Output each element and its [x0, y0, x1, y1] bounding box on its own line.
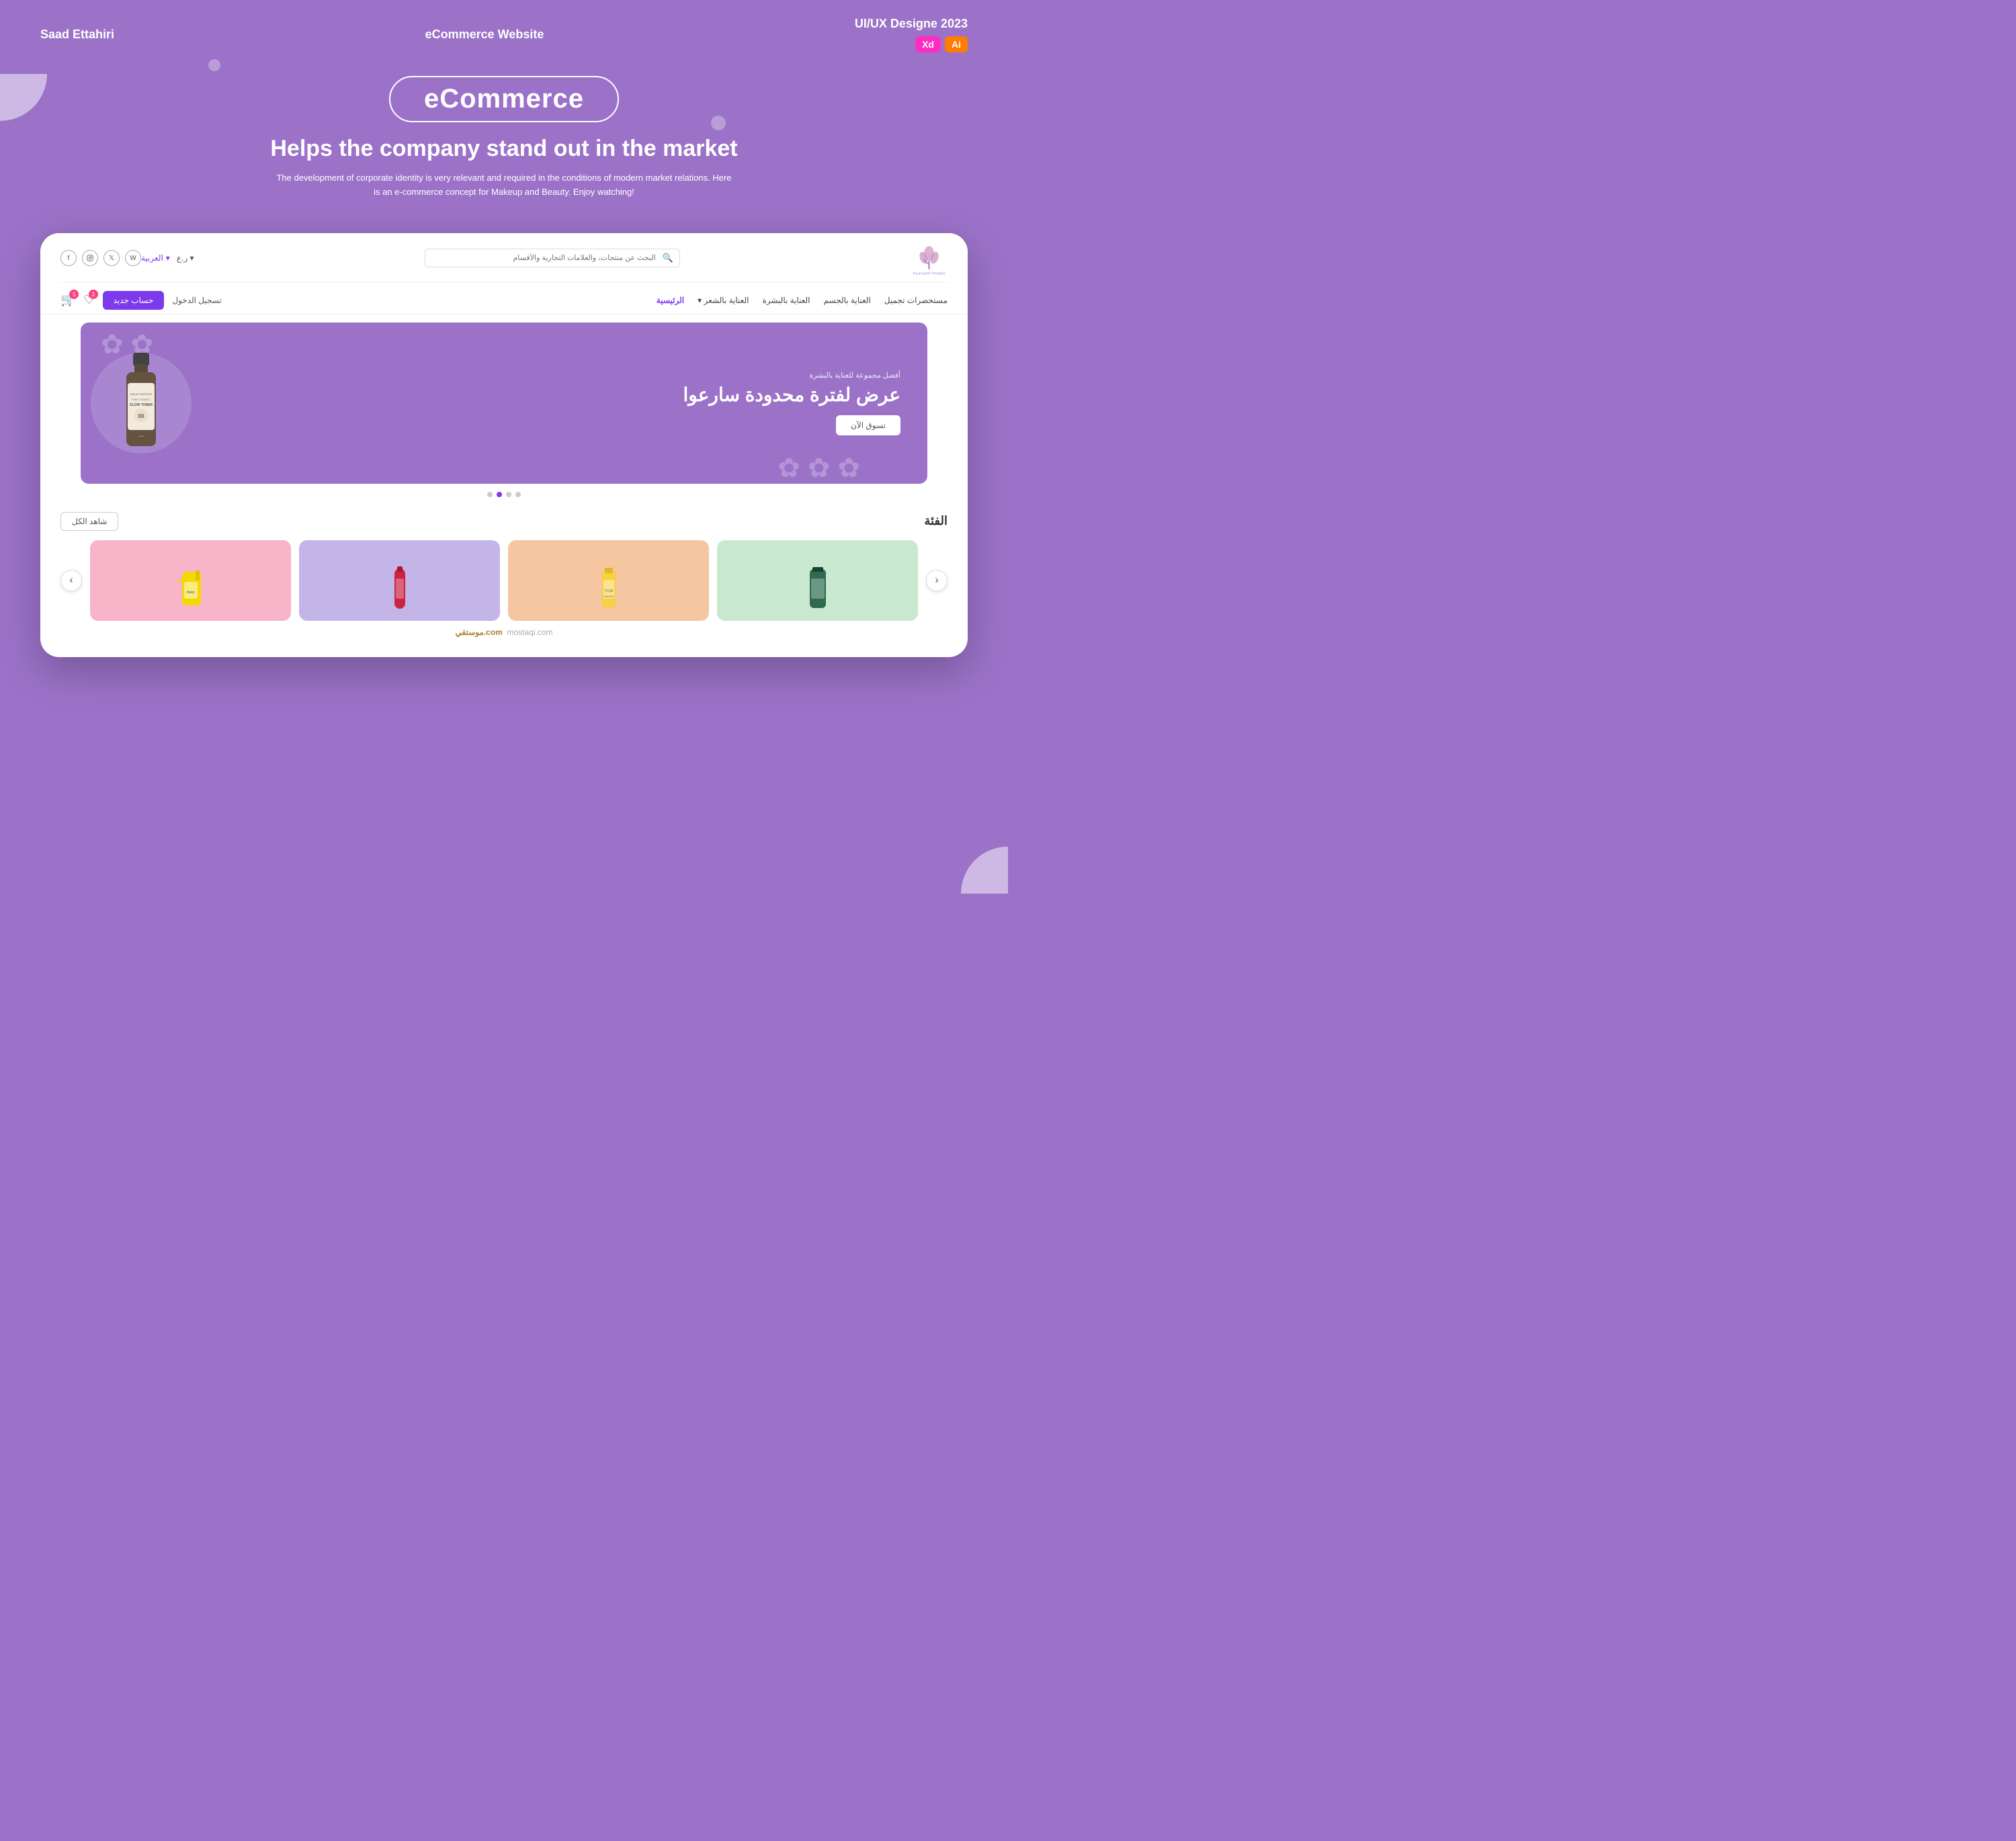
- social-icons: f 𝕏 W: [60, 250, 141, 266]
- chevron-down-icon: ▾: [166, 253, 170, 263]
- whatsapp-icon[interactable]: W: [125, 250, 141, 266]
- login-button[interactable]: تسجيل الدخول: [172, 296, 221, 305]
- nav-item-cosmetics[interactable]: مستحضرات تجميل: [884, 294, 948, 306]
- cart-badge: 5: [69, 290, 79, 299]
- banner-wrapper: ✿ ✿ ✿ ✿ ✿ GALACTOMYCES P: [40, 314, 968, 484]
- shop-now-button[interactable]: تسوق الآن: [836, 415, 900, 435]
- search-input[interactable]: [425, 249, 680, 267]
- topbar-row2: 🛒 5 ♡ 3 حساب جديد تسجيل الدخول مستحضرات …: [60, 287, 948, 314]
- site-logo: TULIP MART TRADING: [911, 240, 948, 277]
- browser-mockup: f 𝕏 W العربية ▾ ر.ع: [40, 233, 968, 657]
- category-card-1[interactable]: Baby: [90, 540, 291, 621]
- category-cards: Baby: [90, 540, 918, 621]
- banner-subtitle: أفضل مجموعة للعناية بالبشرة: [683, 371, 900, 380]
- svg-text:YUJA: YUJA: [605, 589, 614, 593]
- nav-item-skin[interactable]: العناية بالبشرة: [762, 294, 810, 306]
- slider-dots: [40, 492, 968, 497]
- topbar-row1: f 𝕏 W العربية ▾ ر.ع: [60, 240, 948, 283]
- search-icon[interactable]: 🔍: [663, 253, 673, 263]
- banner-text: أفضل مجموعة للعناية بالبشرة عرض لفترة مح…: [683, 371, 900, 435]
- lang-currency: العربية ▾ ر.ع ▾: [141, 253, 194, 263]
- header-right: UI/UX Designe 2023 Xd Ai: [855, 17, 968, 52]
- slider-dot-1[interactable]: [487, 492, 493, 497]
- slider-dot-4[interactable]: [515, 492, 521, 497]
- nav-item-home[interactable]: الرئيسية: [657, 294, 684, 306]
- wishlist-badge: 3: [89, 290, 98, 299]
- category-section: الفئة شاهد الكل ‹ Baby: [40, 505, 968, 621]
- wishlist-button[interactable]: ♡ 3: [83, 293, 94, 307]
- xd-badge: Xd: [915, 36, 941, 52]
- main-navigation: مستحضرات تجميل العناية بالجسم العناية با…: [657, 294, 948, 306]
- category-card-4[interactable]: [717, 540, 918, 621]
- register-button[interactable]: حساب جديد: [103, 291, 165, 310]
- hero-tagline: Helps the company stand out in the marke…: [40, 136, 968, 162]
- category-header: الفئة شاهد الكل: [60, 512, 948, 531]
- currency-selector[interactable]: ر.ع ▾: [177, 253, 194, 263]
- category-card-2[interactable]: [299, 540, 500, 621]
- nav-item-body[interactable]: العناية بالجسم: [824, 294, 871, 306]
- product-image-container: GALACTOMYCES PURE VITAMIN C GLOW TONER 8…: [108, 349, 175, 457]
- watermark: موستقي.com mostaqi.com: [40, 621, 968, 644]
- hero-section: eCommerce Helps the company stand out in…: [0, 62, 1008, 220]
- deco-quarter-right: [961, 847, 1008, 894]
- author-name: Saad Ettahiri: [40, 28, 114, 42]
- brand-name: eCommerce: [424, 84, 584, 114]
- carousel-prev-button[interactable]: ‹: [60, 570, 82, 591]
- cart-button[interactable]: 🛒 5: [60, 293, 75, 307]
- currency-label: ر.ع: [177, 253, 187, 263]
- year-label: UI/UX Designe 2023: [855, 17, 968, 31]
- product-img-1: Baby: [172, 565, 209, 615]
- twitter-icon[interactable]: 𝕏: [103, 250, 120, 266]
- ai-badge: Ai: [945, 36, 968, 52]
- category-card-3[interactable]: YUJA NIACIN: [508, 540, 709, 621]
- category-row: ‹ Baby: [60, 540, 948, 621]
- product-img-4: [799, 565, 836, 615]
- nav-item-hair[interactable]: العناية بالشعر ▾: [698, 294, 749, 306]
- hero-description: The development of corporate identity is…: [276, 171, 732, 200]
- slider-dot-3[interactable]: [506, 492, 511, 497]
- facebook-icon[interactable]: f: [60, 250, 77, 266]
- action-buttons: 🛒 5 ♡ 3 حساب جديد تسجيل الدخول: [60, 291, 222, 310]
- site-topbar: f 𝕏 W العربية ▾ ر.ع: [40, 233, 968, 314]
- product-img-2: [381, 565, 418, 615]
- svg-text:Baby: Baby: [187, 591, 195, 595]
- hero-banner: ✿ ✿ ✿ ✿ ✿ GALACTOMYCES P: [81, 323, 927, 484]
- language-selector[interactable]: العربية ▾: [141, 253, 170, 263]
- glow-circle: [91, 353, 192, 454]
- product-img-3: YUJA NIACIN: [590, 565, 627, 615]
- banner-title: عرض لفترة محدودة سارعوا: [683, 384, 900, 406]
- instagram-icon[interactable]: [82, 250, 98, 266]
- slider-dot-2[interactable]: [497, 492, 502, 497]
- brand-oval: eCommerce: [389, 76, 619, 122]
- language-label: العربية: [141, 253, 163, 263]
- carousel-next-button[interactable]: ›: [926, 570, 948, 591]
- tool-badges: Xd Ai: [915, 36, 968, 52]
- chevron-down-icon-2: ▾: [190, 253, 194, 263]
- search-bar: 🔍: [425, 249, 680, 267]
- header: Saad Ettahiri eCommerce Website UI/UX De…: [0, 0, 1008, 62]
- svg-text:TULIP MART TRADING: TULIP MART TRADING: [913, 271, 946, 275]
- flower-deco-right: ✿ ✿ ✿: [778, 453, 860, 484]
- see-all-button[interactable]: شاهد الكل: [60, 512, 118, 531]
- logo-area: TULIP MART TRADING: [911, 240, 948, 277]
- project-name: eCommerce Website: [425, 28, 544, 42]
- category-title: الفئة: [924, 514, 948, 528]
- svg-text:NIACIN: NIACIN: [604, 595, 614, 598]
